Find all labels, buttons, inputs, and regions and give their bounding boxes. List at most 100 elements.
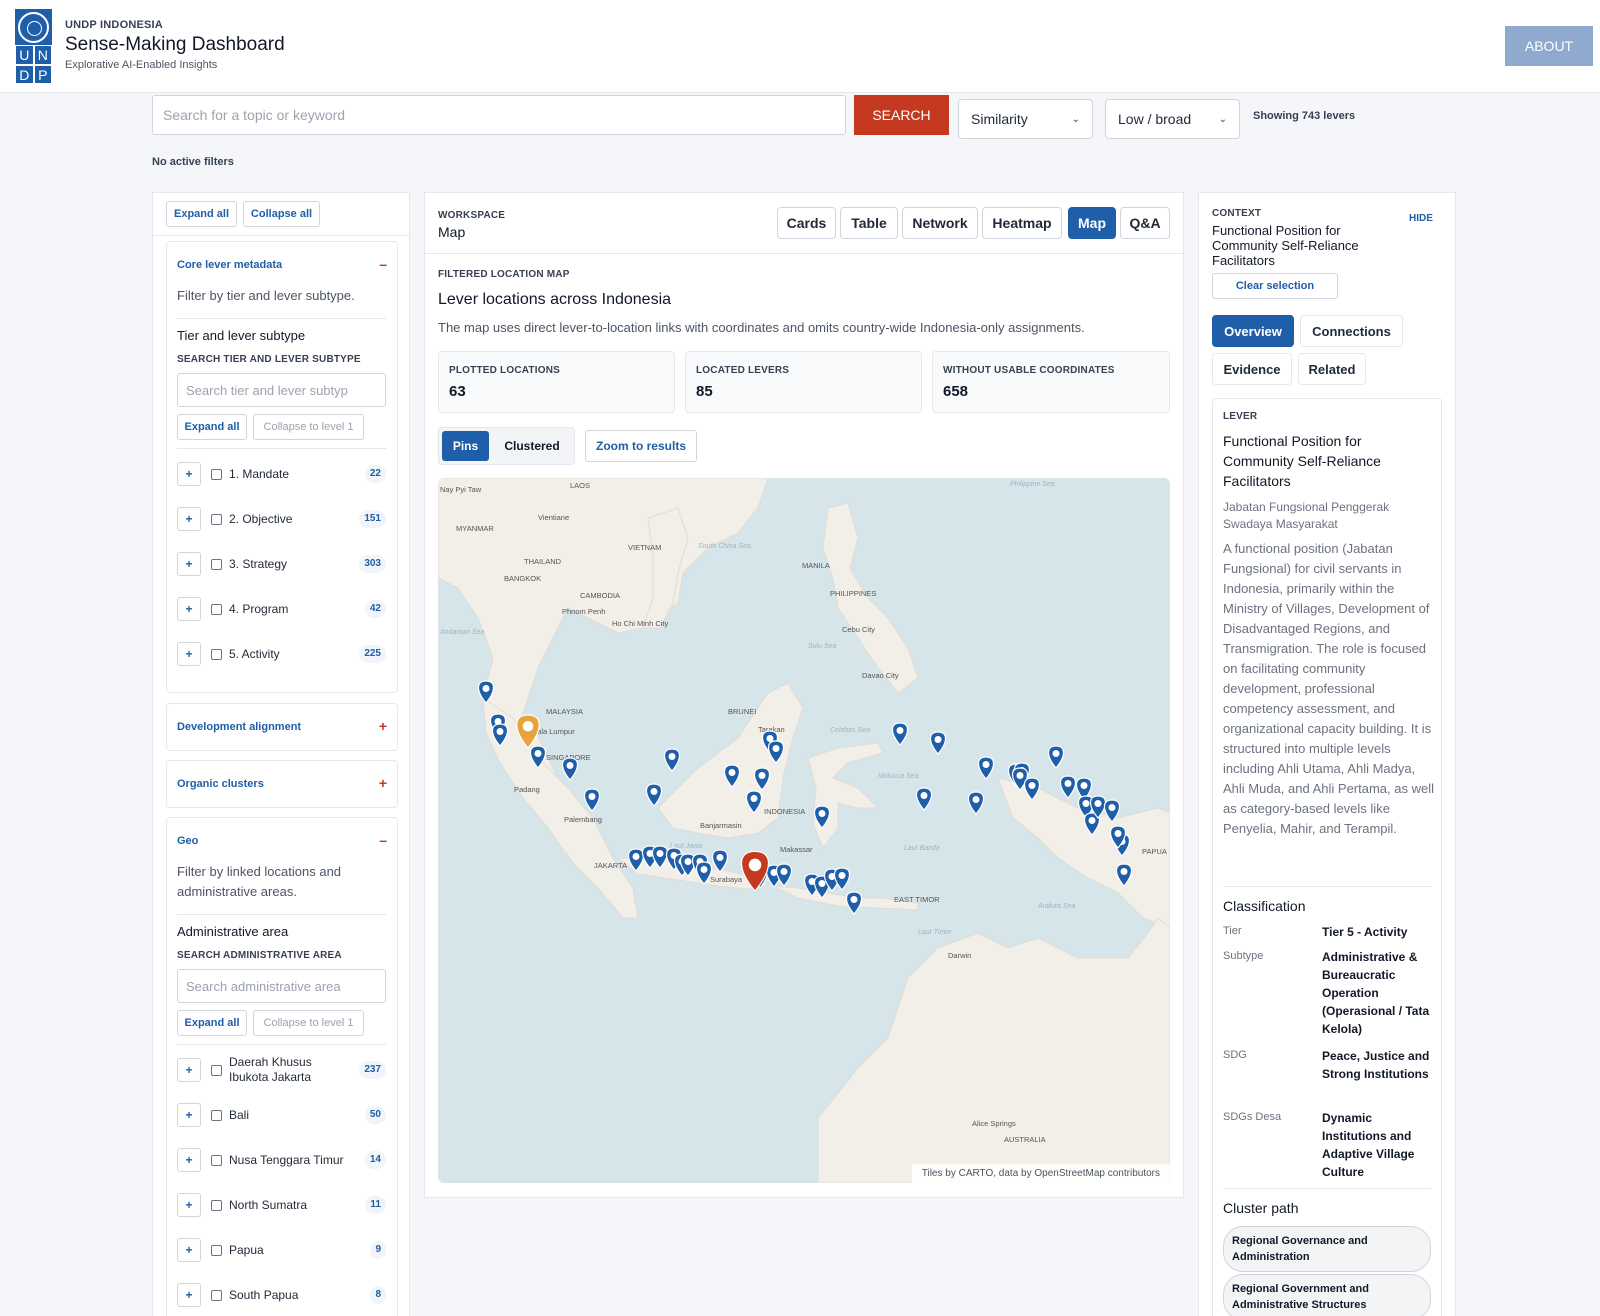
map-canvas[interactable]: Nay Pyi Taw LAOS Vientiane MYANMAR THAILAND V… [438, 478, 1170, 1183]
tab-related[interactable]: Related [1298, 353, 1366, 385]
tier-search-input[interactable] [177, 373, 386, 407]
map-pin[interactable] [1047, 745, 1065, 769]
map-pin[interactable] [891, 722, 909, 746]
expand-icon[interactable]: + [177, 1238, 201, 1262]
tree-expand-all-button[interactable]: Expand all [177, 1010, 247, 1036]
map-view-toggle: Pins Clustered [438, 427, 575, 465]
checkbox[interactable] [211, 1155, 222, 1166]
section-title[interactable]: Core lever metadata [177, 259, 282, 271]
sort-select[interactable]: Similarity ⌄ [958, 99, 1093, 139]
expand-icon[interactable]: + [177, 642, 201, 666]
checkbox[interactable] [211, 469, 222, 480]
app-title: Sense-Making Dashboard [65, 34, 285, 55]
map-label: BRUNEI [728, 707, 756, 716]
expand-icon[interactable]: + [177, 1283, 201, 1307]
map-pin[interactable] [845, 891, 863, 915]
map-label: Vientiane [538, 513, 569, 522]
development-alignment-section[interactable]: Development alignment + [166, 703, 398, 751]
un-emblem-icon [18, 12, 49, 43]
context-title: Functional Position for Community Self-R… [1212, 223, 1359, 268]
map-label: LAOS [570, 481, 590, 490]
map-pin[interactable] [645, 783, 663, 807]
map-pin[interactable] [967, 791, 985, 815]
map-pin[interactable] [977, 756, 995, 780]
expand-toggle[interactable]: + [379, 775, 387, 791]
tree-item[interactable]: + 5. Activity 225 [177, 637, 386, 671]
tree-item[interactable]: + 3. Strategy 303 [177, 547, 386, 581]
organic-clusters-section[interactable]: Organic clusters + [166, 760, 398, 808]
checkbox[interactable] [211, 1110, 222, 1121]
tree-item[interactable]: + 2. Objective 151 [177, 502, 386, 536]
tab-map[interactable]: Map [1068, 207, 1116, 239]
map-pin[interactable] [833, 867, 851, 891]
tab-connections[interactable]: Connections [1300, 315, 1403, 347]
expand-icon[interactable]: + [177, 597, 201, 621]
collapse-level-button[interactable]: Collapse to level 1 [253, 414, 364, 440]
search-input[interactable] [152, 95, 846, 135]
map-pin[interactable] [1059, 775, 1077, 799]
hide-context-link[interactable]: HIDE [1409, 213, 1433, 224]
expand-icon[interactable]: + [177, 462, 201, 486]
cluster-path-item[interactable]: Regional Governance and Administration [1223, 1226, 1431, 1272]
map-pin[interactable] [775, 863, 793, 887]
search-button[interactable]: SEARCH [854, 95, 949, 135]
checkbox[interactable] [211, 1290, 222, 1301]
collapse-all-button[interactable]: Collapse all [243, 201, 320, 227]
collapse-toggle[interactable]: – [379, 256, 387, 272]
tree-item[interactable]: + Nusa Tenggara Timur 14 [177, 1143, 386, 1177]
clear-selection-button[interactable]: Clear selection [1212, 273, 1338, 299]
checkbox[interactable] [211, 649, 222, 660]
app-header: UN DP UNDP INDONESIA Sense-Making Dashbo… [0, 0, 1600, 93]
search-label: SEARCH TIER AND LEVER SUBTYPE [177, 354, 361, 365]
tree-item[interactable]: + North Sumatra 11 [177, 1188, 386, 1222]
tab-network[interactable]: Network [902, 207, 978, 239]
tab-qa[interactable]: Q&A [1120, 207, 1170, 239]
tree-item[interactable]: + 1. Mandate 22 [177, 457, 386, 491]
tab-heatmap[interactable]: Heatmap [982, 207, 1062, 239]
map-pin[interactable] [663, 748, 681, 772]
map-label: PAPUA [1142, 847, 1167, 856]
tab-overview[interactable]: Overview [1212, 315, 1294, 347]
map-pin[interactable] [929, 731, 947, 755]
collapse-toggle[interactable]: – [379, 832, 387, 848]
checkbox[interactable] [211, 1245, 222, 1256]
expand-icon[interactable]: + [177, 552, 201, 576]
map-label: Celebes Sea [830, 727, 870, 734]
section-title[interactable]: Geo [177, 835, 198, 847]
collapse-level-button[interactable]: Collapse to level 1 [253, 1010, 364, 1036]
expand-icon[interactable]: + [177, 507, 201, 531]
clustered-toggle[interactable]: Clustered [493, 431, 571, 461]
map-label: Surabaya [710, 875, 743, 884]
tab-evidence[interactable]: Evidence [1212, 353, 1292, 385]
checkbox[interactable] [211, 514, 222, 525]
checkbox[interactable] [211, 1065, 222, 1076]
tab-table[interactable]: Table [840, 207, 898, 239]
tree-item[interactable]: + South Papua 8 [177, 1278, 386, 1312]
expand-icon[interactable]: + [177, 1103, 201, 1127]
expand-icon[interactable]: + [177, 1148, 201, 1172]
cluster-path-item[interactable]: Regional Government and Administrative S… [1223, 1274, 1431, 1316]
zoom-to-results-button[interactable]: Zoom to results [585, 430, 697, 462]
tree-expand-all-button[interactable]: Expand all [177, 414, 247, 440]
expand-all-button[interactable]: Expand all [166, 201, 237, 227]
tree-item[interactable]: + 4. Program 42 [177, 592, 386, 626]
map-label: Laut Banda [904, 845, 940, 852]
map-pin[interactable] [561, 757, 579, 781]
tree-item[interactable]: + Bali 50 [177, 1098, 386, 1132]
threshold-select[interactable]: Low / broad ⌄ [1105, 99, 1240, 139]
location-map[interactable]: Nay Pyi Taw LAOS Vientiane MYANMAR THAILAND V… [438, 478, 1170, 1183]
area-search-input[interactable] [177, 969, 386, 1003]
expand-icon[interactable]: + [177, 1058, 201, 1082]
checkbox[interactable] [211, 559, 222, 570]
tree-item[interactable]: + Papua 9 [177, 1233, 386, 1267]
map-pin[interactable] [915, 787, 933, 811]
checkbox[interactable] [211, 604, 222, 615]
map-pin[interactable] [583, 788, 601, 812]
tree-item[interactable]: + Daerah Khusus Ibukota Jakarta 237 [177, 1053, 386, 1087]
checkbox[interactable] [211, 1200, 222, 1211]
expand-icon[interactable]: + [177, 1193, 201, 1217]
pins-toggle[interactable]: Pins [442, 431, 489, 461]
about-button[interactable]: ABOUT [1505, 26, 1593, 66]
tab-cards[interactable]: Cards [777, 207, 836, 239]
expand-toggle[interactable]: + [379, 718, 387, 734]
